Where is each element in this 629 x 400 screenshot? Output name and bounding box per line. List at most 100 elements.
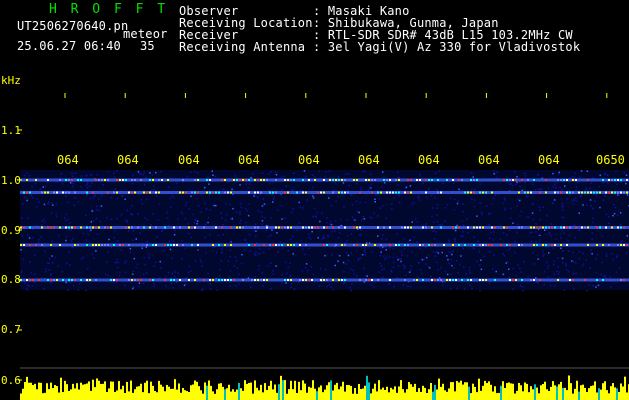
signal-bar: [272, 389, 274, 400]
band-pixel: [26, 279, 28, 281]
signal-bar: [488, 381, 490, 400]
noise-pixel: [425, 256, 428, 259]
band-pixel: [467, 226, 469, 229]
noise-pixel: [263, 203, 266, 205]
noise-pixel: [342, 182, 345, 184]
signal-bar: [32, 385, 34, 400]
noise-pixel: [118, 274, 121, 277]
signal-bar: [582, 384, 584, 400]
band-pixel: [158, 191, 160, 194]
signal-bar: [262, 392, 264, 400]
signal-bar: [344, 391, 346, 400]
band-pixel: [248, 179, 250, 181]
noise-pixel: [346, 219, 349, 221]
band-pixel: [242, 279, 244, 281]
signal-bar: [38, 382, 40, 400]
band-pixel: [92, 244, 94, 246]
noise-pixel: [73, 204, 75, 206]
signal-bar: [336, 382, 338, 400]
signal-bar: [568, 375, 570, 400]
signal-bar: [448, 388, 450, 400]
band-pixel: [275, 244, 277, 246]
noise-pixel: [552, 172, 554, 175]
band-pixel: [194, 179, 196, 181]
signal-bar: [150, 381, 152, 400]
noise-pixel: [261, 205, 264, 207]
noise-pixel: [596, 254, 599, 256]
noise-pixel: [313, 207, 316, 209]
band-pixel: [41, 191, 43, 194]
noise-pixel: [546, 214, 548, 217]
signal-bar: [306, 392, 308, 400]
noise-pixel: [313, 176, 316, 178]
band-pixel: [437, 279, 439, 281]
noise-pixel: [591, 253, 593, 255]
band-pixel: [281, 226, 283, 229]
band-pixel: [458, 179, 460, 181]
band-pixel: [251, 279, 253, 281]
noise-pixel: [553, 199, 556, 201]
noise-pixel: [393, 197, 395, 199]
band-pixel: [431, 244, 433, 246]
noise-pixel: [47, 203, 49, 205]
noise-pixel: [522, 289, 524, 292]
signal-bar: [152, 385, 154, 400]
noise-pixel: [194, 219, 197, 221]
band-pixel: [65, 226, 67, 229]
band-pixel: [179, 279, 181, 281]
noise-pixel: [492, 197, 495, 200]
noise-pixel: [188, 232, 190, 235]
noise-pixel: [140, 199, 143, 201]
signal-bar: [348, 385, 350, 400]
signal-bar: [594, 381, 596, 400]
signal-bar: [580, 385, 582, 400]
noise-pixel: [558, 173, 560, 175]
band-pixel: [434, 244, 436, 246]
noise-pixel: [31, 185, 33, 187]
noise-pixel: [189, 171, 192, 173]
noise-pixel: [170, 206, 172, 208]
noise-pixel: [618, 267, 621, 269]
signal-bar: [438, 378, 440, 400]
noise-pixel: [136, 263, 139, 265]
band-pixel: [113, 191, 115, 194]
noise-pixel: [578, 257, 581, 260]
band-pixel: [188, 279, 190, 281]
noise-pixel: [137, 213, 139, 215]
band-pixel: [365, 244, 367, 246]
noise-pixel: [456, 287, 458, 290]
noise-pixel: [204, 202, 206, 205]
noise-pixel: [151, 174, 153, 177]
noise-pixel: [542, 206, 544, 208]
signal-bar: [214, 393, 216, 400]
band-pixel: [395, 244, 397, 246]
band-pixel: [149, 191, 151, 194]
band-pixel: [419, 179, 421, 181]
noise-pixel: [338, 255, 341, 257]
noise-pixel: [419, 173, 421, 176]
band-pixel: [212, 244, 214, 246]
noise-pixel: [185, 201, 188, 204]
noise-pixel: [588, 284, 591, 286]
noise-pixel: [432, 207, 434, 209]
band-pixel: [23, 191, 25, 194]
signal-bar: [496, 393, 498, 400]
noise-pixel: [209, 283, 212, 285]
noise-pixel: [379, 262, 381, 265]
noise-pixel: [492, 268, 494, 270]
band-pixel: [323, 279, 325, 281]
noise-pixel: [356, 210, 358, 213]
noise-pixel: [43, 203, 46, 206]
noise-pixel: [190, 195, 192, 198]
noise-pixel: [337, 237, 340, 239]
signal-bar: [548, 391, 550, 400]
noise-pixel: [276, 209, 279, 211]
band-pixel: [224, 279, 226, 281]
band-pixel: [254, 279, 256, 281]
band-pixel: [131, 191, 133, 194]
band-pixel: [530, 226, 532, 229]
noise-pixel: [480, 211, 483, 213]
signal-bar: [602, 383, 604, 400]
signal-bar: [522, 391, 524, 400]
noise-pixel: [516, 231, 518, 233]
